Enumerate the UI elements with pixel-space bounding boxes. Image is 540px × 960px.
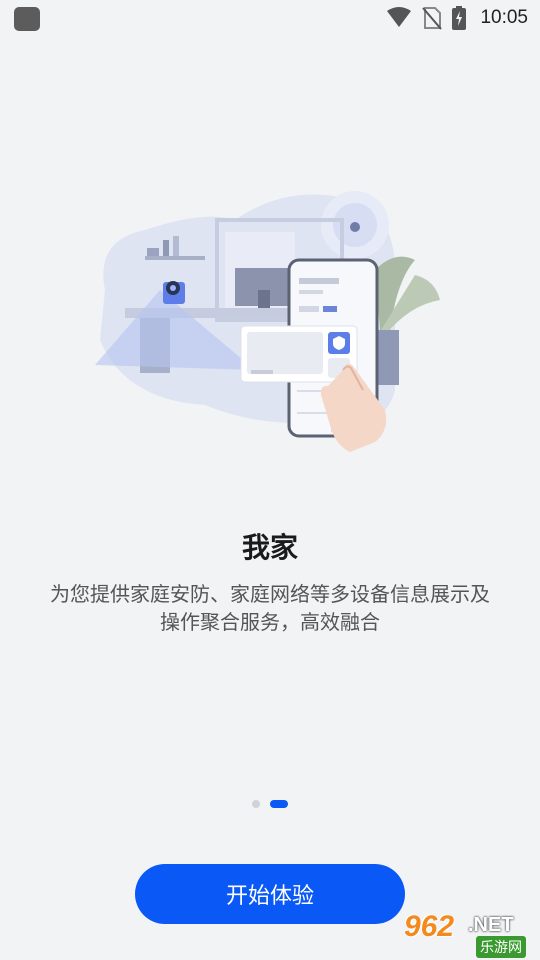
site-watermark: 962 .NET 乐游网 <box>398 910 536 958</box>
wifi-icon <box>387 7 412 27</box>
page-description: 为您提供家庭安防、家庭网络等多设备信息展示及 操作聚合服务，高效融合 <box>30 580 510 636</box>
watermark-chinese: 乐游网 <box>476 936 526 958</box>
description-line-2: 操作聚合服务，高效融合 <box>160 610 380 634</box>
description-line-1: 为您提供家庭安防、家庭网络等多设备信息展示及 <box>50 582 490 606</box>
app-notification-icon <box>14 7 40 31</box>
status-clock: 10:05 <box>480 7 528 28</box>
status-bar: 10:05 <box>0 0 540 36</box>
smart-home-illustration <box>95 191 440 452</box>
watermark-suffix: .NET <box>468 914 514 936</box>
page-title: 我家 <box>241 531 298 564</box>
start-experience-button[interactable]: 开始体验 <box>135 864 405 924</box>
page-dot-2-active[interactable] <box>270 800 288 808</box>
status-icons: 10:05 <box>386 4 528 32</box>
page-indicator <box>0 798 540 810</box>
no-sim-icon <box>422 7 443 30</box>
battery-charging-icon <box>452 6 467 30</box>
page-dot-1[interactable] <box>252 800 260 808</box>
watermark-number: 962 <box>404 910 455 943</box>
